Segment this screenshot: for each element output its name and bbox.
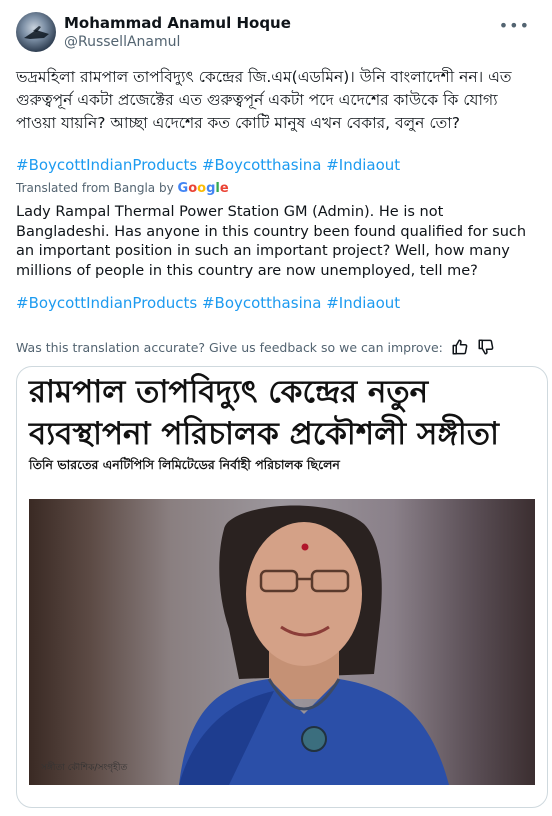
tweet-hashtags[interactable]: #BoycottIndianProducts #Boycotthasina #I… xyxy=(16,156,400,174)
card-headline: রামপাল তাপবিদ্যুৎ কেন্দ্রের নতুন ব্যবস্থ… xyxy=(29,374,500,452)
thumbs-down-icon[interactable] xyxy=(477,338,495,356)
photo-caption: সঙ্গীতা কৌশিক/সংগৃহীত xyxy=(41,763,128,773)
author-name[interactable]: Mohammad Anamul Hoque xyxy=(64,14,291,32)
translation-feedback: Was this translation accurate? Give us f… xyxy=(16,338,495,356)
translated-hashtags[interactable]: #BoycottIndianProducts #Boycotthasina #I… xyxy=(16,294,400,312)
tweet-text: ভদ্রমহিলা রামপাল তাপবিদ্যুৎ কেন্দ্রের জি… xyxy=(16,68,512,132)
translated-text: Lady Rampal Thermal Power Station GM (Ad… xyxy=(16,204,527,279)
media-card[interactable]: রামপাল তাপবিদ্যুৎ কেন্দ্রের নতুন ব্যবস্থ… xyxy=(16,366,548,808)
translated-from-text: Translated from Bangla by xyxy=(16,181,174,195)
google-logo[interactable]: Google xyxy=(178,181,229,196)
thumbs-up-icon[interactable] xyxy=(451,338,469,356)
translated-from-label: Translated from Bangla by Google xyxy=(16,181,229,196)
more-icon[interactable]: ••• xyxy=(499,16,530,35)
author-handle[interactable]: @RussellAnamul xyxy=(64,34,180,50)
portrait-photo[interactable]: সঙ্গীতা কৌশিক/সংগৃহীত xyxy=(29,499,535,785)
tweet-header: Mohammad Anamul Hoque @RussellAnamul ••• xyxy=(16,12,536,56)
card-subline: তিনি ভারতের এনটিপিসি লিমিটেডের নির্বাহী … xyxy=(29,457,340,472)
avatar[interactable] xyxy=(16,12,56,52)
feedback-prompt: Was this translation accurate? Give us f… xyxy=(16,339,443,355)
